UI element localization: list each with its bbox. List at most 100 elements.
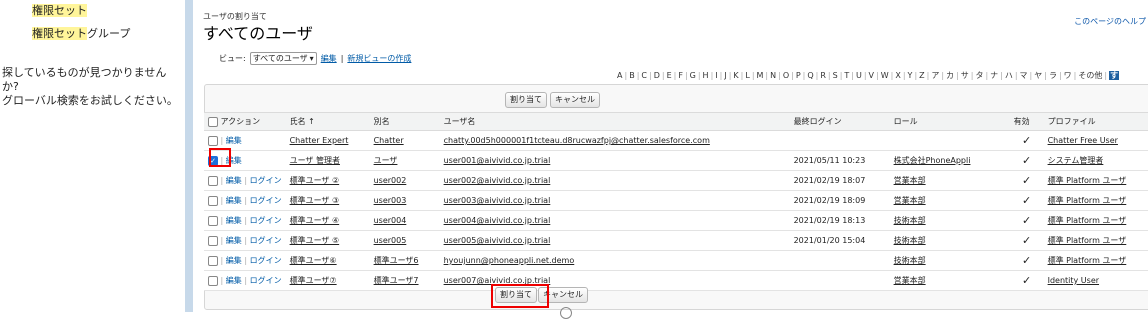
row-checkbox[interactable] (208, 255, 218, 266)
user-name-link[interactable]: 標準ユーザ⑥ (290, 256, 337, 265)
sidebar-divider[interactable] (185, 0, 193, 312)
edit-link[interactable]: 編集 (226, 216, 242, 225)
login-link[interactable]: ログイン (250, 196, 282, 205)
login-link[interactable]: ログイン (250, 176, 282, 185)
alphabet-link[interactable]: D (654, 71, 660, 80)
col-profile[interactable]: プロファイル (1043, 112, 1148, 131)
alias-link[interactable]: Chatter (374, 136, 404, 145)
alphabet-link[interactable]: C (641, 71, 647, 80)
alphabet-link[interactable]: W (881, 71, 889, 80)
view-select[interactable]: すべてのユーザ ▾ (249, 52, 317, 65)
alphabet-link[interactable]: タ (975, 71, 983, 80)
alphabet-link[interactable]: サ (961, 71, 969, 80)
login-link[interactable]: ログイン (250, 216, 282, 225)
role-link[interactable]: 技術本部 (894, 236, 926, 245)
alphabet-link[interactable]: ハ (1005, 71, 1013, 80)
sidebar-item-permission-sets[interactable]: 権限セット (32, 2, 87, 18)
alphabet-link[interactable]: U (856, 71, 862, 80)
edit-link[interactable]: 編集 (226, 196, 242, 205)
profile-link[interactable]: Chatter Free User (1048, 136, 1118, 145)
alias-link[interactable]: 標準ユーザ6 (374, 256, 419, 265)
alphabet-link[interactable]: F (678, 71, 683, 80)
alias-link[interactable]: user004 (374, 216, 407, 225)
edit-link[interactable]: 編集 (226, 136, 242, 145)
alphabet-link[interactable]: Q (807, 71, 813, 80)
user-name-link[interactable]: 標準ユーザ ⑤ (290, 236, 340, 245)
col-role[interactable]: ロール (889, 112, 1010, 131)
alias-link[interactable]: user003 (374, 196, 407, 205)
alphabet-link[interactable]: S (833, 71, 838, 80)
alias-link[interactable]: 標準ユーザ7 (374, 276, 419, 285)
role-link[interactable]: 営業本部 (894, 196, 926, 205)
sidebar-item-permission-set-groups[interactable]: 権限セットグループ (32, 25, 130, 41)
col-username[interactable]: ユーザ名 (439, 112, 790, 131)
select-all-checkbox[interactable] (208, 116, 218, 127)
new-view-link[interactable]: 新規ビューの作成 (347, 53, 411, 64)
alphabet-link[interactable]: K (733, 71, 738, 80)
col-action[interactable]: アクション (204, 112, 286, 131)
alphabet-link[interactable]: H (703, 71, 709, 80)
role-link[interactable]: 株式会社PhoneAppli (894, 156, 971, 165)
edit-link[interactable]: 編集 (226, 256, 242, 265)
profile-link[interactable]: 標準 Platform ユーザ (1048, 236, 1127, 245)
user-name-link[interactable]: 標準ユーザ ③ (290, 196, 340, 205)
row-checkbox[interactable] (208, 215, 218, 226)
username-link[interactable]: user003@aivivid.co.jp.trial (444, 196, 551, 205)
row-checkbox[interactable] (208, 195, 218, 206)
alphabet-link[interactable]: O (783, 71, 789, 80)
alphabet-link[interactable]: E (667, 71, 672, 80)
profile-link[interactable]: 標準 Platform ユーザ (1048, 176, 1127, 185)
alphabet-link[interactable]: M (757, 71, 764, 80)
username-link[interactable]: user005@aivivid.co.jp.trial (444, 236, 551, 245)
col-name[interactable]: 氏名 ↑ (285, 112, 370, 131)
alias-link[interactable]: user005 (374, 236, 407, 245)
alphabet-link[interactable]: P (796, 71, 801, 80)
profile-link[interactable]: 標準 Platform ユーザ (1048, 256, 1127, 265)
profile-link[interactable]: 標準 Platform ユーザ (1048, 216, 1127, 225)
username-link[interactable]: user001@aivivid.co.jp.trial (444, 156, 551, 165)
cancel-button-top[interactable]: キャンセル (550, 92, 600, 108)
row-checkbox[interactable] (208, 235, 218, 246)
username-link[interactable]: hyoujunn@phoneappli.net.demo (444, 256, 575, 265)
role-link[interactable]: 技術本部 (894, 216, 926, 225)
alphabet-link[interactable]: す (1109, 71, 1120, 80)
user-name-link[interactable]: 標準ユーザ ② (290, 176, 340, 185)
alphabet-link[interactable]: ヤ (1034, 71, 1042, 80)
assign-button-top[interactable]: 割り当て (505, 92, 547, 108)
col-active[interactable]: 有効 (1009, 112, 1044, 131)
alphabet-link[interactable]: ナ (990, 71, 998, 80)
col-alias[interactable]: 別名 (369, 112, 440, 131)
help-link[interactable]: このページのヘルプ (1074, 16, 1146, 27)
alphabet-link[interactable]: R (820, 71, 826, 80)
row-checkbox[interactable] (208, 135, 218, 146)
profile-link[interactable]: システム管理者 (1048, 156, 1104, 165)
alphabet-link[interactable]: G (690, 71, 696, 80)
alphabet-link[interactable]: L (745, 71, 749, 80)
alphabet-link[interactable]: ア (931, 71, 939, 80)
edit-link[interactable]: 編集 (226, 176, 242, 185)
alphabet-link[interactable]: ラ (1049, 71, 1057, 80)
alphabet-link[interactable]: Y (908, 71, 913, 80)
alphabet-link[interactable]: X (895, 71, 900, 80)
alphabet-link[interactable]: カ (946, 71, 954, 80)
row-checkbox[interactable] (208, 175, 218, 186)
user-name-link[interactable]: Chatter Expert (290, 136, 349, 145)
alphabet-link[interactable]: マ (1020, 71, 1028, 80)
col-last-login[interactable]: 最終ログイン (789, 112, 890, 131)
alphabet-link[interactable]: T (844, 71, 849, 80)
alphabet-link[interactable]: N (770, 71, 776, 80)
edit-view-link[interactable]: 編集 (321, 53, 337, 64)
user-name-link[interactable]: 標準ユーザ ④ (290, 216, 340, 225)
alphabet-link[interactable]: V (869, 71, 874, 80)
username-link[interactable]: user004@aivivid.co.jp.trial (444, 216, 551, 225)
role-link[interactable]: 技術本部 (894, 256, 926, 265)
user-name-link[interactable]: 標準ユーザ⑦ (290, 276, 337, 285)
login-link[interactable]: ログイン (250, 276, 282, 285)
profile-link[interactable]: Identity User (1048, 276, 1099, 285)
alphabet-link[interactable]: Z (919, 71, 924, 80)
username-link[interactable]: chatty.00d5h000001f1tcteau.d8rucwazfpj@c… (444, 136, 710, 145)
alias-link[interactable]: ユーザ (374, 156, 398, 165)
alphabet-link[interactable]: A (617, 71, 622, 80)
edit-link[interactable]: 編集 (226, 236, 242, 245)
alphabet-link[interactable]: J (724, 71, 726, 80)
